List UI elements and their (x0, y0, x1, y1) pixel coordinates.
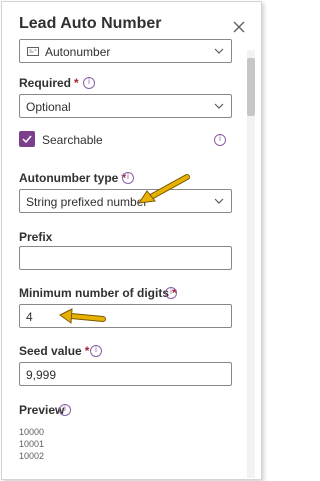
info-icon[interactable] (59, 404, 71, 416)
close-icon[interactable] (231, 19, 247, 35)
autonumber-icon (27, 47, 39, 56)
info-icon[interactable] (165, 287, 177, 299)
preview-line: 10001 (19, 439, 45, 449)
side-panel: Lead Auto Number Autonumber Required* Op… (1, 1, 262, 480)
info-icon[interactable] (90, 345, 102, 357)
seed-value-label: Seed value * (19, 344, 89, 358)
annotation-arrow-icon (137, 174, 190, 204)
seed-label-text: Seed value (19, 344, 82, 358)
autonumber-type-label: Autonumber type * (19, 171, 126, 185)
min-digits-label: Minimum number of digits * (19, 286, 177, 300)
prefix-label: Prefix (19, 230, 52, 244)
chevron-down-icon (214, 103, 224, 109)
min-digits-label-text: Minimum number of digits (19, 286, 169, 300)
chevron-down-icon (214, 198, 224, 204)
required-label-text: Required (19, 76, 72, 90)
seed-value-input[interactable]: 9,999 (19, 362, 232, 386)
scrollbar-thumb[interactable] (247, 58, 255, 116)
min-digits-input[interactable]: 4 (19, 304, 232, 328)
prefix-input[interactable] (19, 246, 232, 270)
preview-label-text: Preview (19, 403, 65, 417)
required-asterisk: * (84, 344, 90, 358)
preview-label: Preview (19, 403, 64, 417)
min-digits-value: 4 (26, 310, 33, 324)
required-label: Required * (19, 76, 79, 90)
required-dropdown[interactable]: Optional (19, 94, 232, 118)
preview-line: 10002 (19, 451, 45, 461)
preview-line: 10000 (19, 427, 45, 437)
data-type-dropdown[interactable]: Autonumber (19, 39, 232, 63)
required-value: Optional (26, 100, 71, 114)
prefix-label-text: Prefix (19, 230, 53, 244)
autonumber-type-value: String prefixed number (26, 195, 148, 209)
annotation-arrow-icon (59, 308, 106, 324)
info-icon[interactable] (83, 77, 95, 89)
data-type-value: Autonumber (45, 45, 111, 59)
checkmark-icon (22, 135, 32, 143)
seed-value: 9,999 (26, 368, 57, 382)
autonumber-type-dropdown[interactable]: String prefixed number (19, 189, 232, 213)
autonumber-type-label-text: Autonumber type (19, 171, 119, 185)
chevron-down-icon (214, 48, 224, 54)
searchable-label: Searchable (42, 133, 103, 147)
panel-title: Lead Auto Number (19, 15, 162, 32)
info-icon[interactable] (214, 134, 226, 146)
searchable-checkbox[interactable] (19, 131, 35, 147)
info-icon[interactable] (122, 172, 134, 184)
required-asterisk: * (74, 76, 79, 90)
